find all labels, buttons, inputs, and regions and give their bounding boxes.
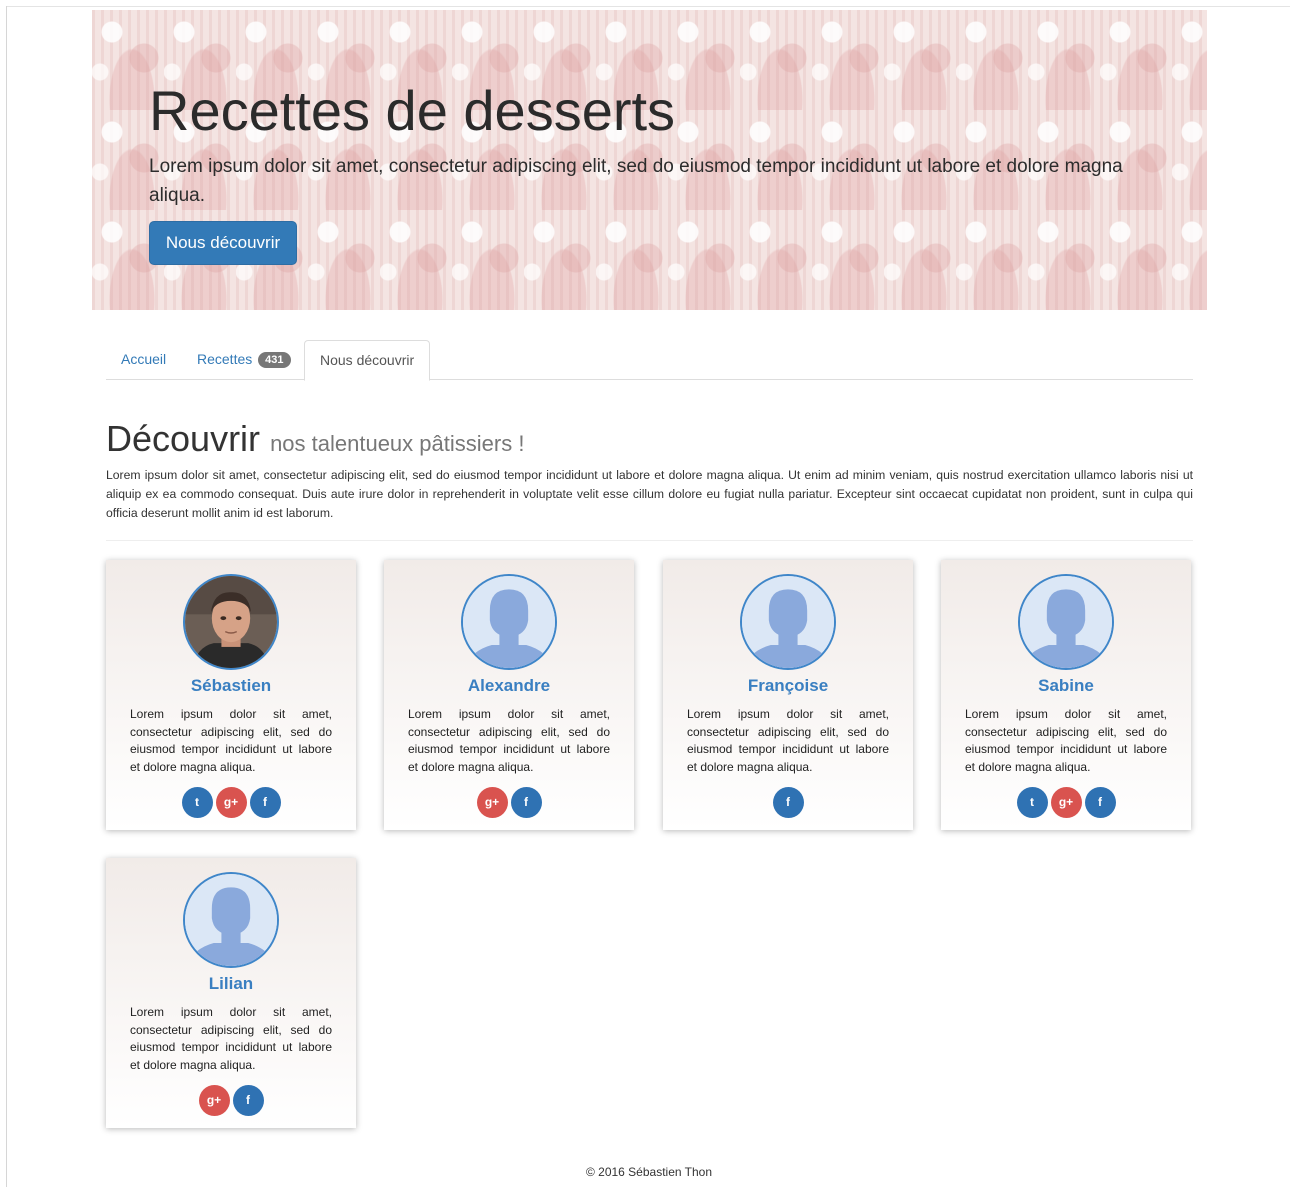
chef-card: Françoise Lorem ipsum dolor sit amet, con… [663,560,913,830]
google-plus-icon[interactable]: g+ [1050,787,1082,818]
hero-banner: Recettes de desserts Lorem ipsum dolor s… [92,10,1207,310]
avatar-placeholder-icon [1020,576,1112,668]
hero-text: Lorem ipsum dolor sit amet, consectetur … [149,156,1123,206]
facebook-icon[interactable]: f [510,787,542,818]
recipe-count-badge: 431 [258,352,291,369]
avatar [183,574,279,670]
facebook-icon[interactable]: f [232,1085,264,1116]
chef-description: Lorem ipsum dolor sit amet, consectetur … [687,707,889,774]
twitter-icon[interactable]: t [1016,787,1048,818]
social-links: f [663,787,913,818]
tab-label: Nous découvrir [320,352,415,368]
chef-card: Sébastien Lorem ipsum dolor sit amet, con… [106,560,356,830]
avatar [461,574,557,670]
section-title-main: Découvrir [106,418,261,459]
chef-photo-icon [185,576,277,668]
avatar-placeholder-icon [185,874,277,966]
avatar-placeholder-icon [742,576,834,668]
chef-description: Lorem ipsum dolor sit amet, consectetur … [130,707,332,774]
social-links: g+ f [106,1085,356,1116]
section-title: Découvrir nos talentueux pâtissiers ! [106,418,524,460]
hero-title: Recettes de desserts [149,79,676,142]
chef-name: Lilian [208,974,254,993]
avatar [183,872,279,968]
tab-nous-decouvrir[interactable]: Nous découvrir [304,340,431,381]
google-plus-icon[interactable]: g+ [476,787,508,818]
facebook-icon[interactable]: f [249,787,281,818]
section-text: Lorem ipsum dolor sit amet, consectetur … [106,468,1193,520]
facebook-icon[interactable]: f [1084,787,1116,818]
google-plus-icon[interactable]: g+ [198,1085,230,1116]
social-links: t g+ f [106,787,356,818]
nav-tabs: Accueil Recettes 431 Nous découvrir [106,340,1193,381]
tab-label: Recettes [197,351,253,367]
chef-name: Alexandre [467,676,551,695]
twitter-icon[interactable]: t [181,787,213,818]
tab-label: Accueil [121,351,167,367]
chef-name: Sébastien [190,676,272,695]
chef-card: Sabine Lorem ipsum dolor sit amet, consec… [941,560,1191,830]
tab-recettes[interactable]: Recettes 431 [182,340,306,380]
chef-description: Lorem ipsum dolor sit amet, consectetur … [130,1005,332,1072]
page-frame-top [6,6,1290,7]
chef-card: Lilian Lorem ipsum dolor sit amet, consec… [106,858,356,1128]
social-links: t g+ f [941,787,1191,818]
discover-button[interactable]: Nous découvrir [149,221,297,265]
avatar [1018,574,1114,670]
avatar-placeholder-icon [463,576,555,668]
chef-name: Françoise [747,676,829,695]
section-subtitle: nos talentueux pâtissiers ! [270,431,525,456]
social-links: g+ f [384,787,634,818]
section-divider [106,540,1193,541]
chef-name: Sabine [1038,676,1094,695]
google-plus-icon[interactable]: g+ [215,787,247,818]
page-frame-left [6,6,7,1187]
chef-description: Lorem ipsum dolor sit amet, consectetur … [965,707,1167,774]
chef-description: Lorem ipsum dolor sit amet, consectetur … [408,707,610,774]
avatar [740,574,836,670]
footer-copyright: © 2016 Sébastien Thon [585,1165,713,1179]
facebook-icon[interactable]: f [772,787,804,818]
chef-card: Alexandre Lorem ipsum dolor sit amet, con… [384,560,634,830]
tab-accueil[interactable]: Accueil [106,340,181,380]
